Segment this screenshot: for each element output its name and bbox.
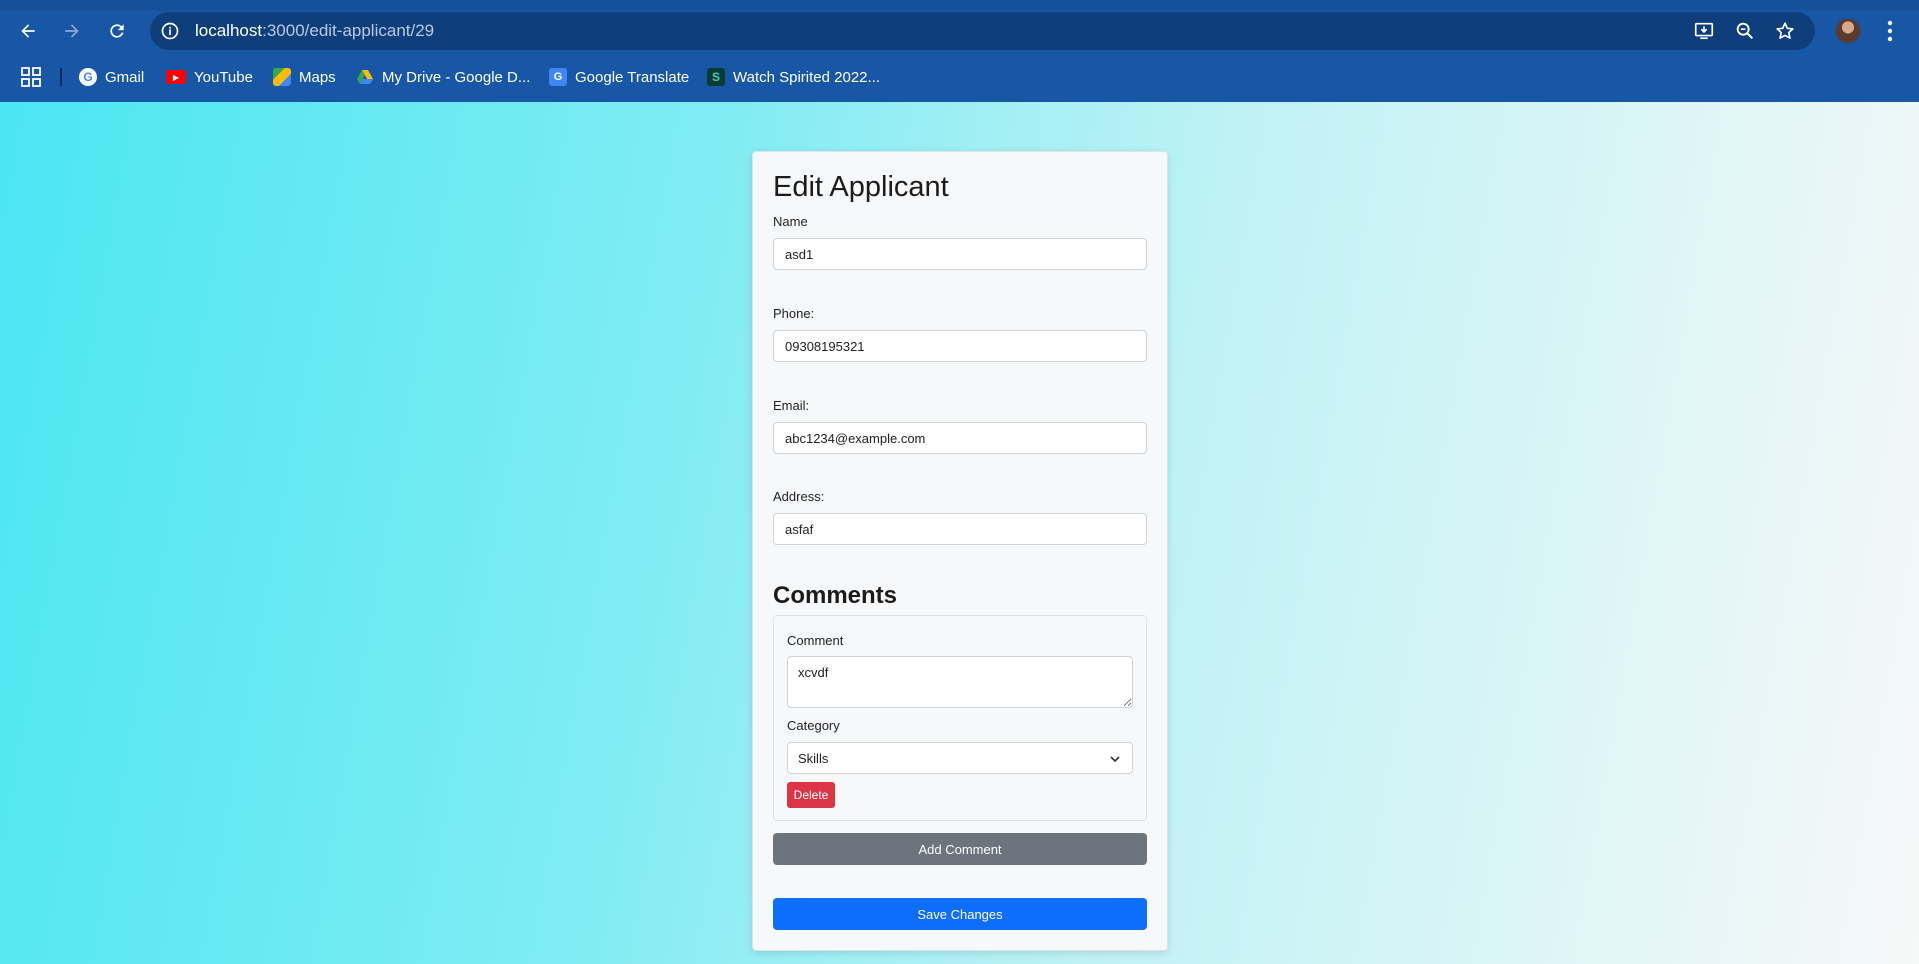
bookmark-label: Google Translate	[575, 68, 690, 86]
site-info-icon[interactable]	[160, 21, 180, 41]
page-title: Edit Applicant	[773, 171, 949, 203]
save-changes-button[interactable]: Save Changes	[773, 898, 1147, 930]
bookmark-label: YouTube	[194, 68, 253, 86]
url-path: :3000/edit-applicant/29	[262, 21, 435, 40]
comment-label: Comment	[787, 633, 844, 648]
youtube-icon: ▶	[166, 70, 186, 84]
google-icon: G	[79, 68, 97, 86]
email-label: Email:	[773, 398, 810, 413]
forward-button[interactable]	[56, 15, 88, 47]
page-viewport: Edit Applicant Name Phone: Email: Addres…	[0, 102, 1919, 964]
bookmark-label: Watch Spirited 2022...	[733, 68, 881, 86]
address-input[interactable]	[773, 513, 1147, 545]
back-button[interactable]	[12, 15, 44, 47]
comment-item: Comment xcvdf Category Skills Delete	[773, 615, 1147, 821]
drive-icon	[357, 70, 373, 84]
bookmarks-separator	[60, 68, 62, 86]
comment-textarea[interactable]: xcvdf	[787, 656, 1133, 708]
delete-comment-button[interactable]: Delete	[787, 782, 835, 808]
browser-chrome: localhost:3000/edit-applicant/29 G Gmail…	[0, 0, 1919, 102]
name-label: Name	[773, 214, 808, 229]
arrow-left-icon	[21, 24, 35, 38]
bookmark-gmail[interactable]: G Gmail	[79, 65, 144, 89]
reload-icon	[110, 24, 124, 38]
zoom-button[interactable]	[1731, 17, 1759, 45]
apps-grid-icon[interactable]	[20, 66, 42, 88]
bookmark-maps[interactable]: Maps	[273, 65, 336, 89]
address-bar[interactable]: localhost:3000/edit-applicant/29	[150, 12, 1815, 50]
url-host: localhost	[195, 21, 263, 40]
bookmark-drive[interactable]: My Drive - Google D...	[356, 65, 530, 89]
bookmark-star-button[interactable]	[1771, 17, 1799, 45]
bookmarks-bar: G Gmail ▶ YouTube Maps My Drive - Google…	[0, 58, 1919, 96]
add-comment-button[interactable]: Add Comment	[773, 833, 1147, 865]
tab-strip	[0, 0, 1919, 10]
bookmark-label: My Drive - Google D...	[382, 68, 531, 86]
category-value: Skills	[798, 750, 829, 766]
install-app-button[interactable]	[1690, 17, 1718, 45]
name-input[interactable]	[773, 238, 1147, 270]
bookmark-watch-spirited[interactable]: S Watch Spirited 2022...	[707, 65, 880, 89]
chevron-down-icon	[1110, 756, 1120, 763]
site-icon: S	[707, 68, 725, 86]
zoom-icon	[1736, 22, 1754, 40]
comments-heading: Comments	[773, 582, 898, 609]
bookmark-label: Gmail	[105, 68, 145, 86]
maps-icon	[273, 68, 291, 86]
url-text: localhost:3000/edit-applicant/29	[195, 21, 434, 41]
phone-label: Phone:	[773, 306, 815, 321]
translate-icon: G	[549, 68, 567, 86]
star-icon	[1776, 22, 1794, 39]
install-icon	[1694, 22, 1714, 40]
address-label: Address:	[773, 489, 825, 504]
category-select[interactable]: Skills	[787, 742, 1133, 774]
arrow-right-icon	[65, 24, 79, 38]
email-input[interactable]	[773, 422, 1147, 454]
bookmark-label: Maps	[299, 68, 336, 86]
bookmark-youtube[interactable]: ▶ YouTube	[166, 65, 253, 89]
phone-input[interactable]	[773, 330, 1147, 362]
browser-toolbar: localhost:3000/edit-applicant/29	[0, 10, 1919, 52]
reload-button[interactable]	[101, 15, 133, 47]
edit-applicant-card: Edit Applicant Name Phone: Email: Addres…	[752, 151, 1168, 951]
bookmark-translate[interactable]: G Google Translate	[549, 65, 689, 89]
profile-avatar[interactable]	[1835, 18, 1861, 44]
category-label: Category	[787, 718, 840, 733]
more-menu-icon[interactable]	[1882, 17, 1898, 45]
